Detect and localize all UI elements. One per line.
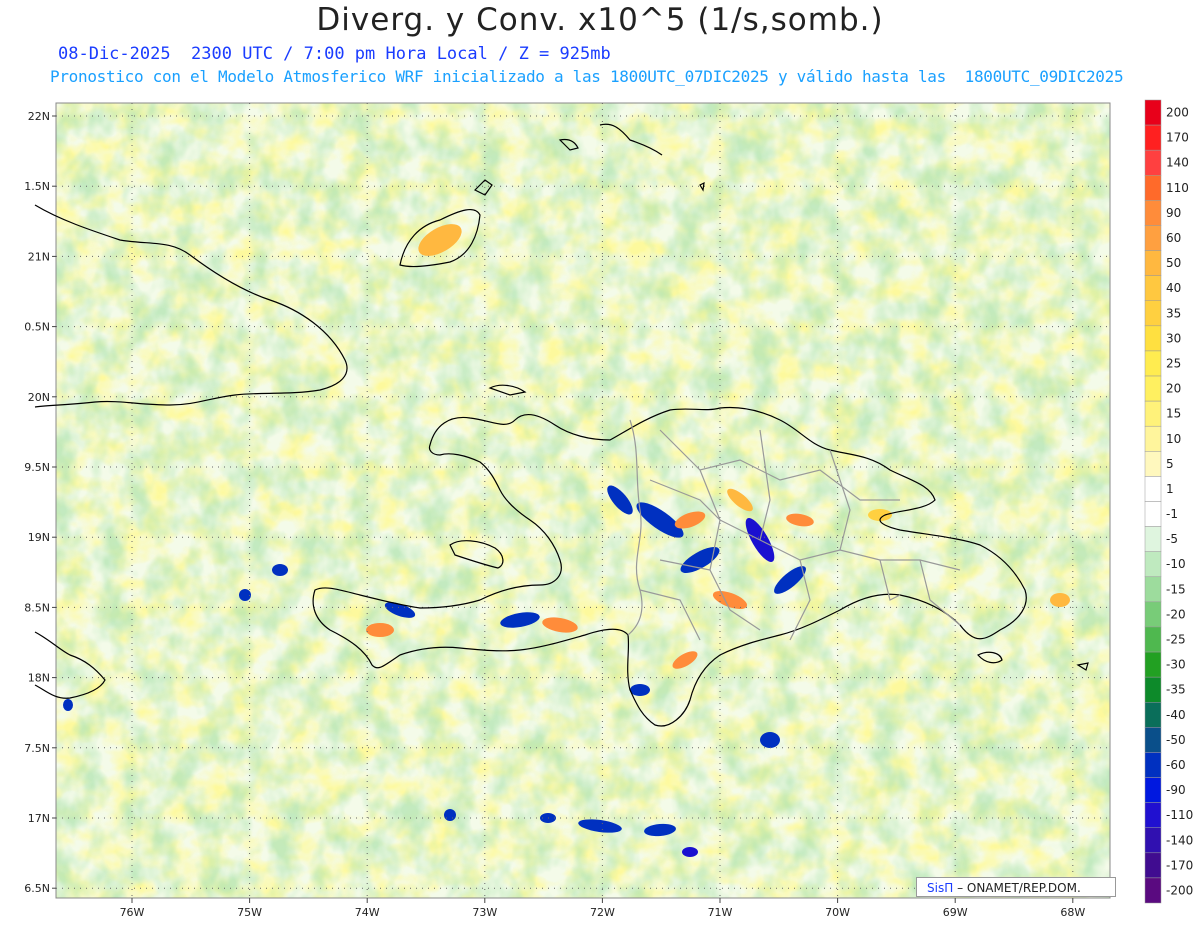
- lat-label: 7.5N: [24, 742, 50, 755]
- colorbar-swatch: [1144, 777, 1162, 803]
- lon-label: 69W: [943, 906, 968, 919]
- lon-label: 71W: [708, 906, 733, 919]
- colorbar-swatch: [1144, 275, 1162, 301]
- colorbar-swatch: [1144, 576, 1162, 603]
- lat-label: 8.5N: [24, 601, 50, 614]
- colorbar-swatch: [1144, 752, 1162, 778]
- colorbar-label: 25: [1166, 356, 1181, 370]
- lat-label: 18N: [28, 672, 50, 685]
- lon-label: 70W: [825, 906, 850, 919]
- lat-label: 19N: [28, 531, 50, 544]
- colorbar-swatch: [1144, 250, 1162, 276]
- colorbar-swatch: [1144, 99, 1162, 126]
- colorbar-swatch: [1144, 375, 1162, 402]
- colorbar-label: -10: [1166, 557, 1186, 571]
- lon-label: 72W: [590, 906, 615, 919]
- latitude-labels: 22N 1.5N 21N 0.5N 20N 9.5N 19N 8.5N 18N 7.5N 17N 6.…: [24, 110, 56, 895]
- colorbar-swatch: [1144, 350, 1162, 377]
- lon-label: 75W: [237, 906, 262, 919]
- colorbar-label: 200: [1166, 106, 1189, 120]
- credit-brand: SisΠ: [927, 881, 954, 895]
- colorbar-label: -50: [1166, 733, 1186, 747]
- colorbar-swatch: [1144, 626, 1162, 653]
- colorbar-label: -200: [1166, 883, 1193, 897]
- colorbar-label: -35: [1166, 683, 1186, 697]
- lat-label: 9.5N: [24, 461, 50, 474]
- colorbar-swatch: [1144, 325, 1162, 352]
- colorbar-label: 1: [1166, 482, 1174, 496]
- colorbar-label: 20: [1166, 382, 1181, 396]
- colorbar-swatch: [1144, 425, 1162, 452]
- colorbar-swatch: [1144, 802, 1162, 828]
- colorbar-swatch: [1144, 526, 1162, 552]
- colorbar-label: -15: [1166, 582, 1186, 596]
- credit-text: – ONAMET/REP.DOM.: [957, 881, 1081, 895]
- longitude-labels: 76W 75W 74W 73W 72W 71W 70W 69W 68W: [120, 898, 1085, 919]
- lat-label: 1.5N: [24, 180, 50, 193]
- colorbar-label: -25: [1166, 633, 1186, 647]
- colorbar-label: 60: [1166, 231, 1181, 245]
- colorbar-label: 5: [1166, 457, 1174, 471]
- colorbar-label: -40: [1166, 708, 1186, 722]
- colorbar-swatch: [1144, 300, 1162, 327]
- colorbar-swatch: [1144, 149, 1162, 176]
- colorbar-swatch: [1144, 501, 1162, 527]
- colorbar-swatch: [1144, 852, 1162, 879]
- lat-label: 17N: [28, 812, 50, 825]
- colorbar-label: -110: [1166, 808, 1193, 822]
- colorbar-swatch: [1144, 827, 1162, 854]
- colorbar-swatch: [1144, 451, 1162, 477]
- colorbar-swatch: [1144, 676, 1162, 703]
- field-shading: [56, 103, 1110, 898]
- colorbar-label: 35: [1166, 306, 1181, 320]
- colorbar-swatch: [1144, 200, 1162, 226]
- colorbar-label: 40: [1166, 281, 1181, 295]
- colorbar-label: -30: [1166, 658, 1186, 672]
- colorbar-label: -5: [1166, 532, 1178, 546]
- colorbar-label: 50: [1166, 256, 1181, 270]
- colorbar-swatch: [1144, 877, 1162, 904]
- credit-box: SisΠ – ONAMET/REP.DOM.: [916, 877, 1116, 897]
- lon-label: 73W: [472, 906, 497, 919]
- colorbar-swatch: [1144, 225, 1162, 251]
- colorbar-swatch: [1144, 601, 1162, 628]
- colorbar-swatch: [1144, 702, 1162, 728]
- colorbar-label: 90: [1166, 206, 1181, 220]
- lon-label: 76W: [120, 906, 145, 919]
- colorbar-swatch: [1144, 124, 1162, 151]
- colorbar-label: 30: [1166, 331, 1181, 345]
- colorbar-swatch: [1144, 400, 1162, 427]
- lat-label: 22N: [28, 110, 50, 123]
- colorbar-swatch: [1144, 651, 1162, 678]
- lat-label: 21N: [28, 250, 50, 263]
- colorbar-swatch: [1144, 727, 1162, 753]
- colorbar-label: 110: [1166, 181, 1189, 195]
- colorbar-swatch: [1144, 476, 1162, 502]
- colorbar-label: -140: [1166, 833, 1193, 847]
- colorbar-label: 140: [1166, 156, 1189, 170]
- colorbar-swatch: [1144, 175, 1162, 201]
- colorbar-label: -60: [1166, 758, 1186, 772]
- colorbar-label: -20: [1166, 607, 1186, 621]
- colorbar-swatch: [1144, 551, 1162, 578]
- lat-label: 20N: [28, 391, 50, 404]
- lat-label: 6.5N: [24, 882, 50, 895]
- colorbar-label: 15: [1166, 407, 1181, 421]
- colorbar: 200 170 140 110 90 60 50 40 35 30 25 20 15 10 5 1 -1 -5 -1…: [1144, 99, 1193, 904]
- colorbar-label: -90: [1166, 783, 1186, 797]
- lon-label: 68W: [1060, 906, 1085, 919]
- lon-label: 74W: [355, 906, 380, 919]
- colorbar-label: -170: [1166, 858, 1193, 872]
- colorbar-label: 10: [1166, 432, 1181, 446]
- map-plot: 22N 1.5N 21N 0.5N 20N 9.5N 19N 8.5N 18N 7.5N 17N 6.…: [24, 99, 1193, 919]
- colorbar-label: 170: [1166, 131, 1189, 145]
- colorbar-label: -1: [1166, 507, 1178, 521]
- lat-label: 0.5N: [24, 321, 50, 334]
